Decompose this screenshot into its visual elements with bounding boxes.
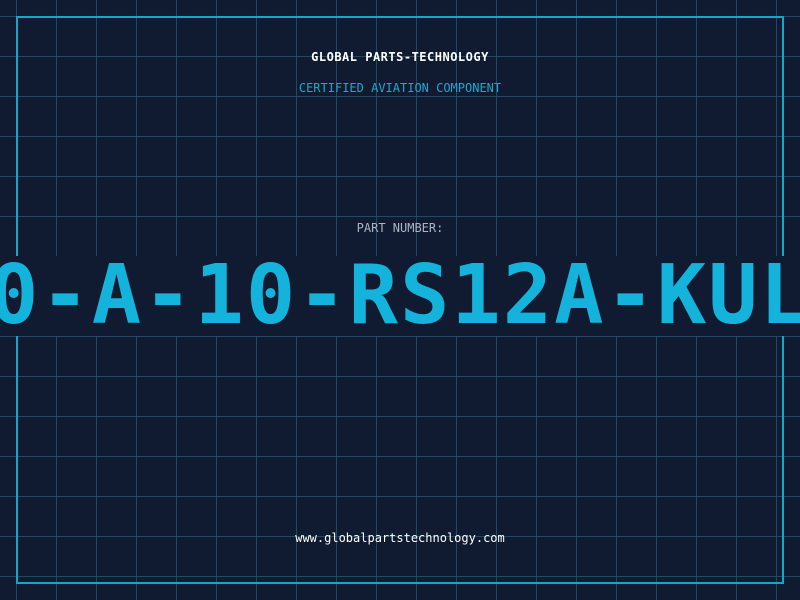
label-card: GLOBAL PARTS-TECHNOLOGY CERTIFIED AVIATI…: [0, 0, 800, 600]
website-url: www.globalpartstechnology.com: [295, 531, 505, 545]
part-number-value: 00-A-10-RS12A-KULK: [0, 248, 800, 343]
part-number-label: PART NUMBER:: [356, 221, 444, 235]
brand-title: GLOBAL PARTS-TECHNOLOGY: [311, 50, 489, 64]
brand-subtitle: CERTIFIED AVIATION COMPONENT: [298, 81, 502, 95]
